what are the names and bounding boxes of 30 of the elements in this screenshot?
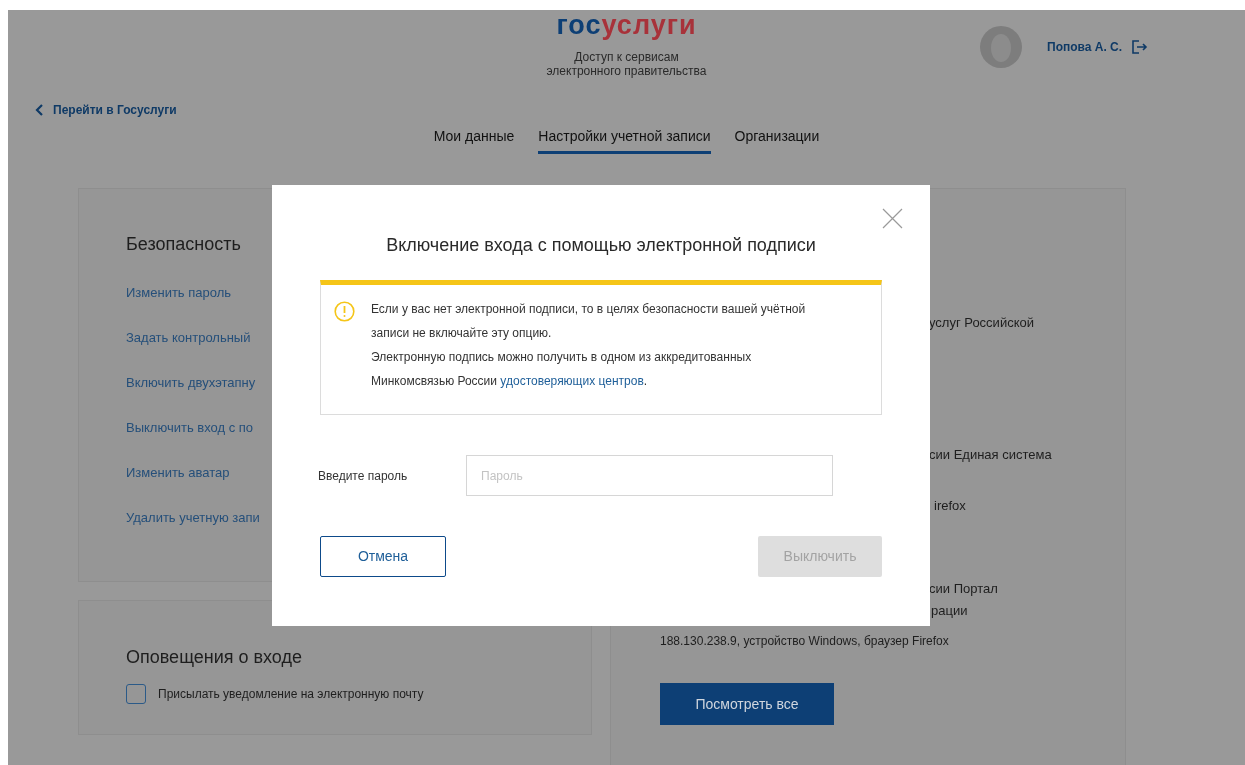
user-name[interactable]: Попова А. С. xyxy=(1047,38,1123,56)
close-icon[interactable] xyxy=(882,208,903,229)
section-title: Безопасность xyxy=(126,233,241,256)
chevron-left-icon xyxy=(35,104,43,116)
notice-text: Электронную подпись можно получить в одном из аккредитованных Минкомсвязью России удостоверяющих центров. xyxy=(371,349,753,390)
back-link[interactable]: Перейти в Госуслуги xyxy=(35,101,177,119)
checkbox-label: Присылать уведомление на электронную почту xyxy=(158,686,424,703)
warning-icon xyxy=(334,301,355,322)
session-text: сии Портал xyxy=(928,580,998,598)
section-title: Оповещения о входе xyxy=(126,646,302,669)
dialog-title: Включение входа с помощью электронной подписи xyxy=(386,234,816,257)
session-text: irefox xyxy=(933,497,966,515)
cancel-button[interactable]: Отмена xyxy=(320,536,446,577)
logout-icon[interactable] xyxy=(1132,40,1149,54)
password-label: Введите пароль xyxy=(318,467,409,485)
last-entry-text: 188.130.238.9, устройство Windows, браузер Firefox xyxy=(660,633,950,650)
nav-tab[interactable]: Настройки учетной записи xyxy=(538,126,711,154)
logo: госуслуги xyxy=(556,10,697,40)
view-all-button[interactable]: Посмотреть все xyxy=(660,683,834,725)
session-text: рации xyxy=(930,602,968,620)
session-text: сии Единая система xyxy=(928,446,1052,464)
certification-centers-link[interactable]: удостоверяющих центров xyxy=(500,374,644,388)
avatar-icon xyxy=(980,26,1022,68)
subtitle: Доступ к сервисам электронного правительства xyxy=(545,50,708,78)
session-text: услуг Российской xyxy=(928,314,1034,332)
password-field[interactable]: Пароль xyxy=(466,455,833,496)
nav-tab[interactable]: Организации xyxy=(734,126,820,154)
nav-tab[interactable]: Мои данные xyxy=(433,126,515,154)
notice-text: Если у вас нет электронной подписи, то в целях безопасности вашей учётной записи не включайте эту опцию. xyxy=(371,301,807,342)
checkbox[interactable] xyxy=(126,684,146,704)
